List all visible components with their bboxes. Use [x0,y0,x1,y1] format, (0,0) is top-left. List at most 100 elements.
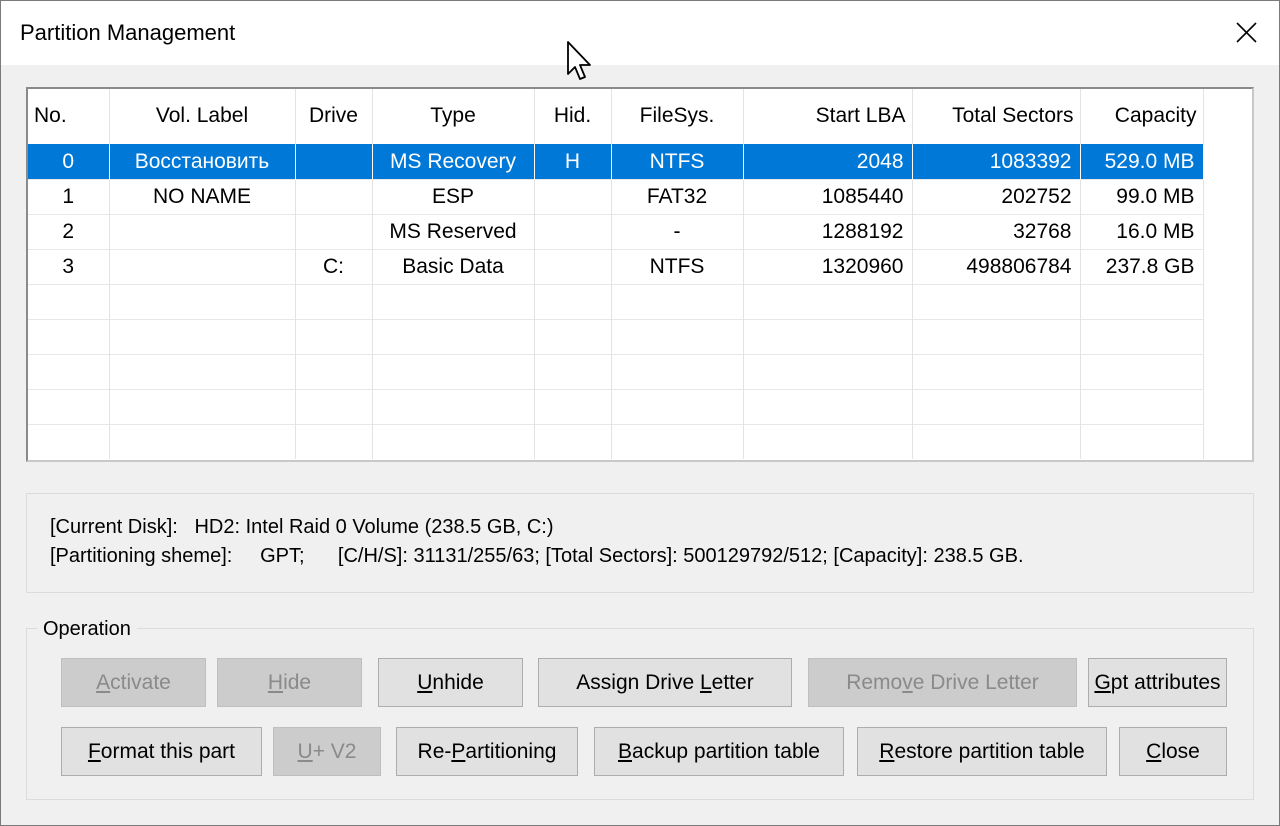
cell-hid [534,248,612,284]
empty-row [28,353,1204,389]
column-header-type[interactable]: Type [372,89,535,144]
button-label-post: ackup partition table [632,740,820,763]
cell-total-sectors: 498806784 [912,248,1081,284]
cell-start-lba: 1085440 [743,178,913,214]
partition-management-dialog: Partition Management No. Vol. Label Driv… [0,0,1280,826]
table-row[interactable]: 1 NO NAME ESP FAT32 1085440 202752 99.0 … [28,178,1204,214]
button-label-post: artitioning [465,740,557,763]
empty-row [28,283,1204,319]
cell-filesys: FAT32 [611,178,744,214]
cell-type: ESP [372,178,535,214]
cell-no: 2 [28,213,110,249]
close-window-button[interactable] [1227,13,1267,53]
partition-table: No. Vol. Label Drive Type Hid. FileSys. … [28,89,1204,459]
button-accel-key: v [902,671,913,694]
cell-capacity: 237.8 GB [1080,248,1204,284]
cell-hid: H [534,143,612,179]
cell-vol-label [109,248,296,284]
backup-partition-table-button[interactable]: Backup partition table [594,727,844,776]
button-label-post: ide [283,671,312,694]
column-header-total-sectors[interactable]: Total Sectors [912,89,1081,144]
operation-group-label: Operation [37,618,137,641]
button-label-post: pt attributes [1110,671,1221,694]
disk-info-panel: [Current Disk]: HD2: Intel Raid 0 Volume… [26,493,1254,593]
button-accel-key: G [1094,671,1111,694]
button-accel-key: L [699,671,712,694]
cell-hid [534,213,612,249]
table-row[interactable]: 3 C: Basic Data NTFS 1320960 498806784 2… [28,248,1204,284]
button-accel-key: U [417,671,433,694]
button-label-post: lose [1161,740,1200,763]
empty-row [28,388,1204,424]
table-row[interactable]: 0 Восстановить MS Recovery H NTFS 2048 1… [28,143,1204,179]
cell-filesys: - [611,213,744,249]
cell-total-sectors: 202752 [912,178,1081,214]
button-label-pre: Remo [846,671,903,694]
button-accel-key: H [267,671,284,694]
cell-filesys: NTFS [611,248,744,284]
partition-list[interactable]: No. Vol. Label Drive Type Hid. FileSys. … [26,87,1254,462]
cell-type: MS Recovery [372,143,535,179]
cell-vol-label: NO NAME [109,178,296,214]
restore-partition-table-button[interactable]: Restore partition table [857,727,1107,776]
title-bar[interactable]: Partition Management [1,1,1279,65]
cell-no: 3 [28,248,110,284]
column-header-capacity[interactable]: Capacity [1080,89,1204,144]
unhide-button[interactable]: Unhide [378,658,523,707]
cell-total-sectors: 1083392 [912,143,1081,179]
button-label-post: estore partition table [894,740,1085,763]
cell-start-lba: 1288192 [743,213,913,249]
column-header-start-lba[interactable]: Start LBA [743,89,913,144]
column-header-drive[interactable]: Drive [295,89,373,144]
table-header-row: No. Vol. Label Drive Type Hid. FileSys. … [28,89,1204,144]
cell-total-sectors: 32768 [912,213,1081,249]
column-header-no[interactable]: No. [28,89,110,144]
cell-drive [295,213,373,249]
assign-drive-letter-button[interactable]: Assign Drive Letter [538,658,792,707]
button-accel-key: R [879,740,895,763]
activate-button[interactable]: Activate [61,658,206,707]
button-accel-key: P [451,740,466,763]
cell-filesys: NTFS [611,143,744,179]
re-partitioning-button[interactable]: Re-Partitioning [396,727,578,776]
button-accel-key: A [96,671,111,694]
hide-button[interactable]: Hide [217,658,362,707]
current-disk-info: [Current Disk]: HD2: Intel Raid 0 Volume… [50,516,554,538]
remove-drive-letter-button[interactable]: Remove Drive Letter [808,658,1077,707]
window-title: Partition Management [20,20,236,45]
cell-start-lba: 1320960 [743,248,913,284]
cell-capacity: 529.0 MB [1080,143,1204,179]
button-label-pre: Assign Drive [576,671,700,694]
cell-hid [534,178,612,214]
partitioning-scheme-info: [Partitioning sheme]: GPT; [C/H/S]: 3113… [50,545,1024,567]
button-label-pre: Re- [417,740,452,763]
table-row[interactable]: 2 MS Reserved - 1288192 32768 16.0 MB [28,213,1204,249]
close-button[interactable]: Close [1119,727,1227,776]
u-v2-button[interactable]: U+ V2 [273,727,381,776]
cell-no: 1 [28,178,110,214]
button-accel-key: F [87,740,101,763]
cell-type: Basic Data [372,248,535,284]
empty-row [28,318,1204,354]
format-this-part-button[interactable]: Format this part [61,727,262,776]
cell-no: 0 [28,143,110,179]
cell-vol-label [109,213,296,249]
column-header-hid[interactable]: Hid. [534,89,612,144]
empty-row [28,423,1204,459]
cell-vol-label: Восстановить [109,143,296,179]
close-icon [1236,22,1257,43]
button-label-post: ctivate [110,671,171,694]
cell-capacity: 99.0 MB [1080,178,1204,214]
button-label-post: nhide [432,671,484,694]
cell-drive [295,178,373,214]
button-label-post: + V2 [312,740,357,763]
column-header-vol-label[interactable]: Vol. Label [109,89,296,144]
button-accel-key: U [297,740,313,763]
button-accel-key: B [618,740,633,763]
gpt-attributes-button[interactable]: Gpt attributes [1088,658,1227,707]
button-label-post: e Drive Letter [912,671,1039,694]
cell-capacity: 16.0 MB [1080,213,1204,249]
column-header-filesys[interactable]: FileSys. [611,89,744,144]
cell-drive: C: [295,248,373,284]
button-accel-key: C [1146,740,1162,763]
